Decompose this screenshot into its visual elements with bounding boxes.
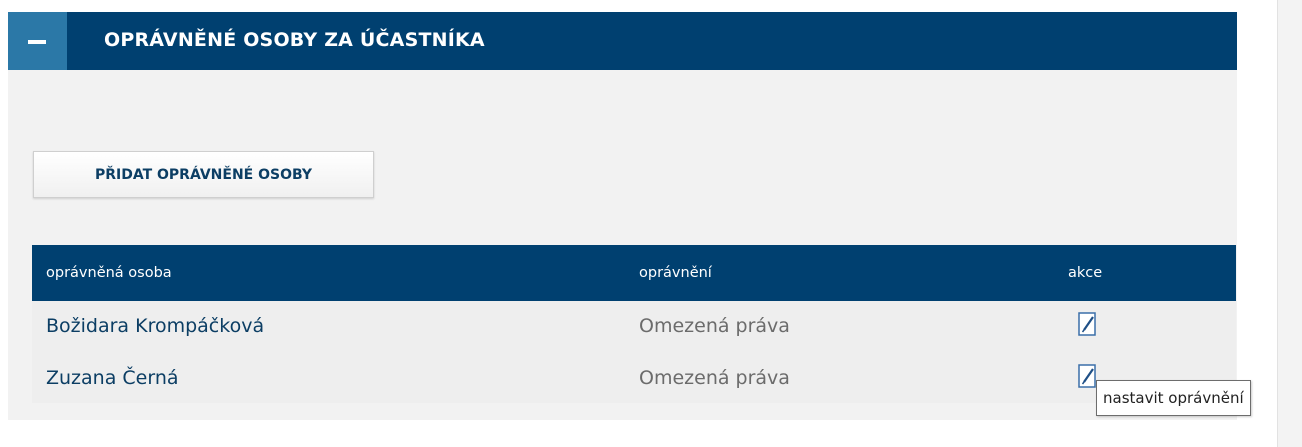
person-name-link[interactable]: Božidara Krompáčková [46, 315, 264, 337]
edit-permissions-tooltip: nastavit oprávnění [1096, 380, 1251, 416]
person-name-link[interactable]: Zuzana Černá [46, 367, 179, 389]
panel-title: OPRÁVNĚNÉ OSOBY ZA ÚČASTNÍKA [104, 29, 485, 51]
authorized-persons-panel: OPRÁVNĚNÉ OSOBY ZA ÚČASTNÍKA PŘIDAT OPRÁ… [8, 12, 1237, 420]
panel-header: OPRÁVNĚNÉ OSOBY ZA ÚČASTNÍKA [8, 12, 1237, 70]
collapse-button[interactable] [8, 12, 67, 70]
table-row: Zuzana Černá Omezená práva [32, 359, 1236, 399]
table-header: oprávněná osoba oprávnění akce [32, 245, 1236, 301]
minus-icon [28, 40, 46, 44]
edit-icon[interactable] [1078, 311, 1100, 337]
column-header-permission: oprávnění [639, 265, 712, 281]
page-scroll-edge [1277, 0, 1302, 447]
permission-value: Omezená práva [639, 367, 790, 389]
table-row: Božidara Krompáčková Omezená práva [32, 307, 1236, 347]
permission-value: Omezená práva [639, 315, 790, 337]
add-authorized-persons-button[interactable]: PŘIDAT OPRÁVNĚNÉ OSOBY [33, 151, 374, 198]
column-header-person: oprávněná osoba [46, 265, 172, 281]
column-header-action: akce [1068, 265, 1103, 281]
table-body: Božidara Krompáčková Omezená práva Zuzan… [32, 301, 1236, 403]
